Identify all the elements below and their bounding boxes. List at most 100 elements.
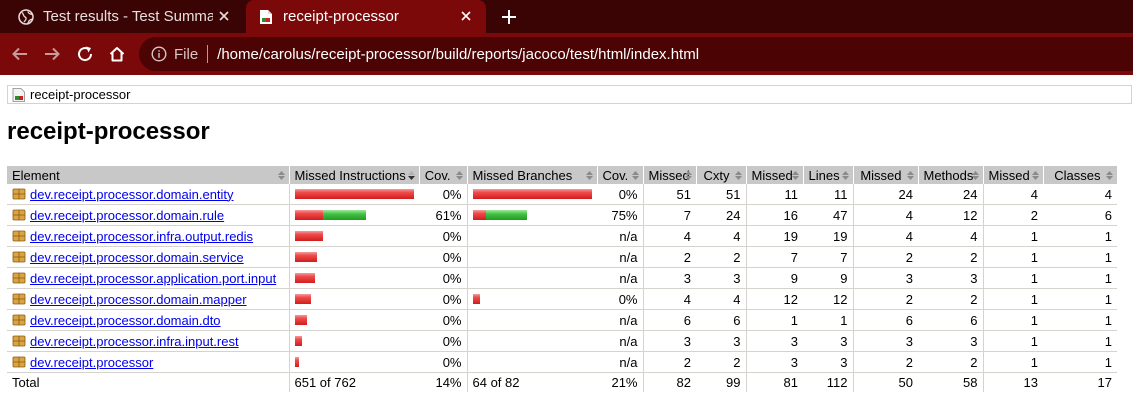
lines-missed-cell: 12 xyxy=(745,288,803,310)
header-methods[interactable]: Methods xyxy=(918,166,984,184)
total-row: Total 651 of 762 14% 64 of 82 21% 82 99 … xyxy=(7,372,1117,392)
total-instructions: 651 of 762 xyxy=(288,372,419,392)
package-icon xyxy=(12,335,26,347)
lines-cell: 11 xyxy=(803,184,853,205)
branch-coverage-cell: n/a xyxy=(597,309,643,331)
table-row: dev.receipt.processor.domain.service 0% n/… xyxy=(7,246,1117,268)
sort-icon xyxy=(971,171,979,180)
package-icon xyxy=(12,314,26,326)
header-lines-missed[interactable]: Missed xyxy=(746,166,804,184)
sort-icon xyxy=(734,171,742,180)
lines-missed-cell: 16 xyxy=(745,204,803,226)
url-text[interactable]: /home/carolus/receipt-processor/build/re… xyxy=(217,46,699,63)
instr-coverage-cell: 0% xyxy=(419,351,467,373)
coverage-bar xyxy=(294,294,415,304)
element-cell: dev.receipt.processor.domain.dto xyxy=(7,309,289,331)
classes-missed-cell: 1 xyxy=(982,267,1043,289)
sort-desc-icon xyxy=(407,171,415,180)
classes-cell: 1 xyxy=(1043,267,1117,289)
missed-instructions-cell xyxy=(288,309,419,331)
missed-branches-cell xyxy=(466,225,597,247)
header-methods-missed[interactable]: Missed xyxy=(853,166,919,184)
lines-missed-cell: 3 xyxy=(745,351,803,373)
branch-coverage-cell: 0% xyxy=(597,184,643,205)
missed-instructions-cell xyxy=(288,267,419,289)
missed-instructions-cell xyxy=(288,225,419,247)
info-icon[interactable] xyxy=(151,46,167,62)
page-title: receipt-processor xyxy=(7,118,210,145)
header-element[interactable]: Element xyxy=(7,166,290,184)
element-cell: dev.receipt.processor.domain.service xyxy=(7,246,289,268)
package-link[interactable]: dev.receipt.processor.infra.output.redis xyxy=(30,229,253,244)
classes-missed-cell: 4 xyxy=(982,184,1043,205)
tab-test-results[interactable]: Test results - Test Summary xyxy=(0,0,244,33)
header-classes-missed[interactable]: Missed xyxy=(983,166,1044,184)
back-arrow-icon[interactable] xyxy=(9,43,31,65)
tab-title: receipt-processor xyxy=(283,8,399,25)
classes-cell: 6 xyxy=(1043,204,1117,226)
sort-icon xyxy=(631,171,639,180)
lines-missed-cell: 7 xyxy=(745,246,803,268)
package-link[interactable]: dev.receipt.processor.domain.rule xyxy=(30,208,224,223)
new-tab-plus-icon[interactable] xyxy=(498,6,520,28)
address-bar[interactable]: File /home/carolus/receipt-processor/bui… xyxy=(139,37,1133,71)
missed-bar xyxy=(294,336,302,346)
missed-instructions-cell xyxy=(288,330,419,352)
package-link[interactable]: dev.receipt.processor.domain.dto xyxy=(30,313,221,328)
classes-cell: 1 xyxy=(1043,288,1117,310)
methods-missed-cell: 24 xyxy=(852,184,918,205)
cxty-missed-cell: 2 xyxy=(642,351,696,373)
lines-cell: 12 xyxy=(803,288,853,310)
missed-instructions-cell xyxy=(288,351,419,373)
methods-cell: 3 xyxy=(918,267,983,289)
methods-missed-cell: 2 xyxy=(852,288,918,310)
tab-receipt-processor[interactable]: receipt-processor xyxy=(246,0,486,33)
header-missed-branches[interactable]: Missed Branches xyxy=(467,166,598,184)
header-instr-coverage[interactable]: Cov. xyxy=(419,166,468,184)
coverage-bar xyxy=(472,294,593,304)
header-cxty-missed[interactable]: Missed xyxy=(643,166,697,184)
classes-missed-cell: 1 xyxy=(982,225,1043,247)
total-classes-missed: 13 xyxy=(982,372,1043,392)
forward-arrow-icon[interactable] xyxy=(41,43,63,65)
classes-cell: 1 xyxy=(1043,246,1117,268)
branch-coverage-cell: n/a xyxy=(597,246,643,268)
branch-coverage-cell: 0% xyxy=(597,288,643,310)
close-tab-icon[interactable] xyxy=(216,8,232,24)
close-tab-icon[interactable] xyxy=(458,8,474,24)
element-cell: dev.receipt.processor.infra.input.rest xyxy=(7,330,289,352)
cxty-cell: 4 xyxy=(696,288,746,310)
header-classes[interactable]: Classes xyxy=(1043,166,1118,184)
element-cell: dev.receipt.processor xyxy=(7,351,289,373)
package-icon xyxy=(12,251,26,263)
total-methods-missed: 50 xyxy=(852,372,918,392)
methods-cell: 2 xyxy=(918,288,983,310)
package-link[interactable]: dev.receipt.processor.infra.input.rest xyxy=(30,334,239,349)
package-link[interactable]: dev.receipt.processor.domain.entity xyxy=(30,187,234,202)
coverage-bar xyxy=(473,336,593,346)
missed-branches-cell xyxy=(466,246,597,268)
coverage-bar xyxy=(473,273,593,283)
table-row: dev.receipt.processor.domain.dto 0% n/a 6 6 1… xyxy=(7,309,1117,331)
reload-icon[interactable] xyxy=(74,43,96,65)
lines-cell: 3 xyxy=(803,351,853,373)
package-icon xyxy=(12,209,26,221)
instr-coverage-cell: 0% xyxy=(419,309,467,331)
header-lines[interactable]: Lines xyxy=(803,166,854,184)
header-cxty[interactable]: Cxty xyxy=(696,166,747,184)
missed-branches-cell xyxy=(466,204,597,226)
home-icon[interactable] xyxy=(106,43,128,65)
methods-cell: 2 xyxy=(918,246,983,268)
covered-bar xyxy=(485,210,527,220)
coverage-bar xyxy=(472,210,593,220)
cxty-missed-cell: 7 xyxy=(642,204,696,226)
header-branch-coverage[interactable]: Cov. xyxy=(597,166,644,184)
package-link[interactable]: dev.receipt.processor.domain.mapper xyxy=(30,292,247,307)
breadcrumb: receipt-processor xyxy=(7,85,1132,104)
header-missed-instructions[interactable]: Missed Instructions xyxy=(289,166,420,184)
package-link[interactable]: dev.receipt.processor xyxy=(30,355,153,370)
package-link[interactable]: dev.receipt.processor.application.port.i… xyxy=(30,271,276,286)
coverage-bar xyxy=(472,189,592,199)
element-cell: dev.receipt.processor.domain.entity xyxy=(7,184,289,205)
package-link[interactable]: dev.receipt.processor.domain.service xyxy=(30,250,244,265)
